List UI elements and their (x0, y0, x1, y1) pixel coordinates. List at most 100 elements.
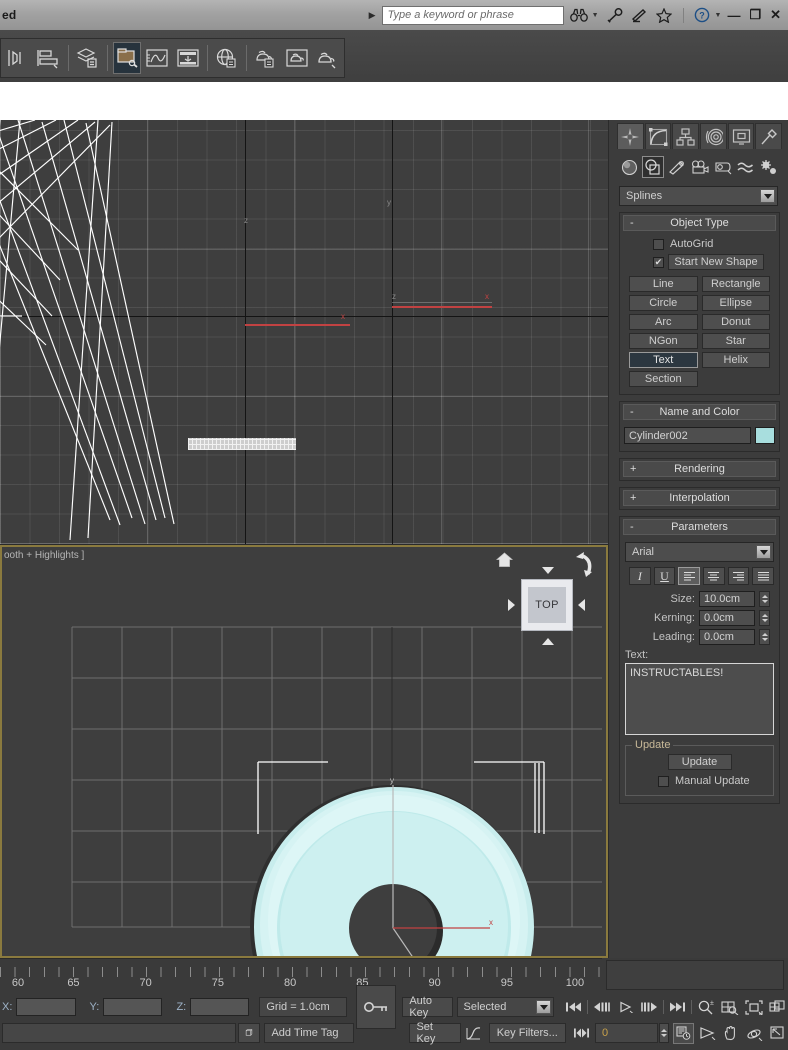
chevron-down-icon[interactable] (760, 189, 775, 203)
goto-start-button[interactable] (563, 997, 584, 1018)
view-cube-arrow-left-right[interactable] (578, 599, 585, 611)
view-cube-arrow-up-bottom[interactable] (542, 638, 554, 645)
leading-spinner[interactable] (759, 629, 770, 645)
add-time-tag-button[interactable]: Add Time Tag (264, 1023, 355, 1043)
pan-button[interactable] (721, 1023, 742, 1044)
orbit-button[interactable] (744, 1023, 765, 1044)
search-input[interactable]: Type a keyword or phrase (381, 5, 564, 25)
viewport-top[interactable]: ooth + Highlights ] y x TOP (0, 545, 608, 958)
underline-button[interactable]: U (653, 567, 676, 585)
rendering-collapse-icon[interactable]: + (630, 463, 636, 475)
auto-key-button[interactable]: Auto Key (402, 995, 453, 1019)
material-editor-button[interactable] (112, 42, 142, 74)
circle-button[interactable]: Circle (629, 295, 698, 311)
geometry-category[interactable] (619, 156, 640, 178)
text-button[interactable]: Text (629, 352, 698, 368)
object-type-collapse-icon[interactable]: - (630, 217, 634, 229)
x-coordinate-input[interactable] (16, 998, 76, 1016)
kerning-spinner[interactable] (759, 610, 770, 626)
set-key-button[interactable]: Set Key (409, 1021, 461, 1045)
play-button[interactable] (615, 997, 636, 1018)
name-and-color-header[interactable]: - Name and Color (623, 404, 776, 420)
arc-button[interactable]: Arc (629, 314, 698, 330)
zoom-extents-button[interactable] (743, 997, 764, 1018)
restore-button[interactable]: ❐ (749, 7, 761, 23)
object-color-swatch[interactable] (755, 427, 775, 444)
donut-button[interactable]: Donut (701, 314, 770, 330)
minimize-button[interactable]: — (727, 8, 740, 23)
binoculars-dropdown-arrow[interactable]: ▼ (592, 12, 599, 19)
align-right-button[interactable] (727, 567, 750, 585)
help-icon[interactable]: ? (693, 6, 712, 25)
modify-tab[interactable] (644, 123, 672, 149)
helpers-category[interactable] (712, 156, 733, 178)
object-name-input[interactable]: Cylinder002 (624, 427, 751, 444)
view-cube[interactable]: TOP (495, 552, 596, 652)
view-cube-arrow-down-top[interactable] (542, 567, 554, 574)
text-content-textarea[interactable]: INSTRUCTABLES! (625, 663, 774, 735)
autogrid-checkbox[interactable] (653, 238, 664, 250)
close-button[interactable]: ✕ (770, 7, 781, 23)
interpolation-header[interactable]: + Interpolation (623, 490, 776, 506)
star-button[interactable]: Star (701, 333, 770, 349)
time-configuration-button[interactable] (673, 1022, 694, 1044)
mirror-button[interactable] (4, 42, 32, 74)
goto-end-button[interactable] (667, 997, 688, 1018)
parameters-collapse-icon[interactable]: - (630, 521, 634, 533)
update-button[interactable]: Update (667, 754, 732, 770)
key-filters-button[interactable]: Key Filters... (489, 1023, 566, 1043)
selection-level-dropdown[interactable]: Selected (456, 997, 554, 1017)
wrench-icon[interactable] (605, 6, 624, 25)
rendering-header[interactable]: + Rendering (623, 461, 776, 477)
z-coordinate-input[interactable] (190, 998, 250, 1016)
rectangle-button[interactable]: Rectangle (701, 276, 770, 292)
render-button[interactable] (313, 42, 341, 74)
selection-chevron-down-icon[interactable] (536, 1000, 551, 1014)
font-chevron-down-icon[interactable] (756, 545, 771, 559)
leading-input[interactable]: 0.0cm (699, 629, 755, 645)
schematic-view-button[interactable] (174, 42, 202, 74)
zoom-region-button[interactable] (767, 997, 788, 1018)
helix-button[interactable]: Helix (701, 352, 770, 368)
interpolation-collapse-icon[interactable]: + (630, 492, 636, 504)
view-cube-arrow-right-left[interactable] (508, 599, 515, 611)
render-setup-button[interactable] (252, 42, 280, 74)
parameters-header[interactable]: - Parameters (623, 519, 776, 535)
ellipse-button[interactable]: Ellipse (701, 295, 770, 311)
y-coordinate-input[interactable] (103, 998, 163, 1016)
align-button[interactable] (34, 42, 62, 74)
kerning-input[interactable]: 0.0cm (699, 610, 755, 626)
font-dropdown[interactable]: Arial (625, 542, 774, 562)
time-slider-track[interactable]: 60 65 70 75 80 85 90 95 100 (0, 958, 602, 992)
current-frame-input[interactable]: 0 (595, 1023, 658, 1043)
key-navigation-icon[interactable] (572, 1023, 593, 1044)
cameras-category[interactable] (689, 156, 710, 178)
lights-category[interactable] (666, 156, 687, 178)
field-of-view-button[interactable] (697, 1023, 718, 1044)
viewport-front[interactable]: z y x z x (0, 120, 608, 545)
environment-button[interactable] (213, 42, 241, 74)
motion-tab[interactable] (700, 123, 727, 149)
layer-manager-button[interactable] (74, 42, 102, 74)
curve-editor-button[interactable] (143, 42, 171, 74)
view-cube-face-button[interactable]: TOP (521, 579, 573, 631)
menu-overflow-arrow[interactable]: ▶ (369, 10, 382, 21)
section-button[interactable]: Section (629, 371, 698, 387)
size-input[interactable]: 10.0cm (699, 591, 755, 607)
start-new-shape-button[interactable]: Start New Shape (668, 254, 764, 270)
space-warps-category[interactable] (735, 156, 756, 178)
previous-frame-button[interactable] (591, 997, 612, 1018)
align-center-button[interactable] (703, 567, 725, 585)
star-icon[interactable] (655, 6, 674, 25)
align-left-button[interactable] (678, 567, 701, 585)
home-icon[interactable] (495, 552, 514, 571)
start-new-shape-checkbox[interactable]: ✔ (653, 256, 664, 268)
italic-button[interactable]: I (629, 567, 651, 585)
help-dropdown-arrow[interactable]: ▼ (715, 12, 722, 19)
manual-update-row[interactable]: Manual Update (630, 770, 769, 789)
object-type-header[interactable]: - Object Type (623, 215, 776, 231)
maximize-viewport-button[interactable] (768, 1023, 788, 1044)
selection-lock-toggle[interactable] (238, 1023, 261, 1043)
size-spinner[interactable] (759, 591, 770, 607)
zoom-button[interactable]: ± (695, 997, 716, 1018)
